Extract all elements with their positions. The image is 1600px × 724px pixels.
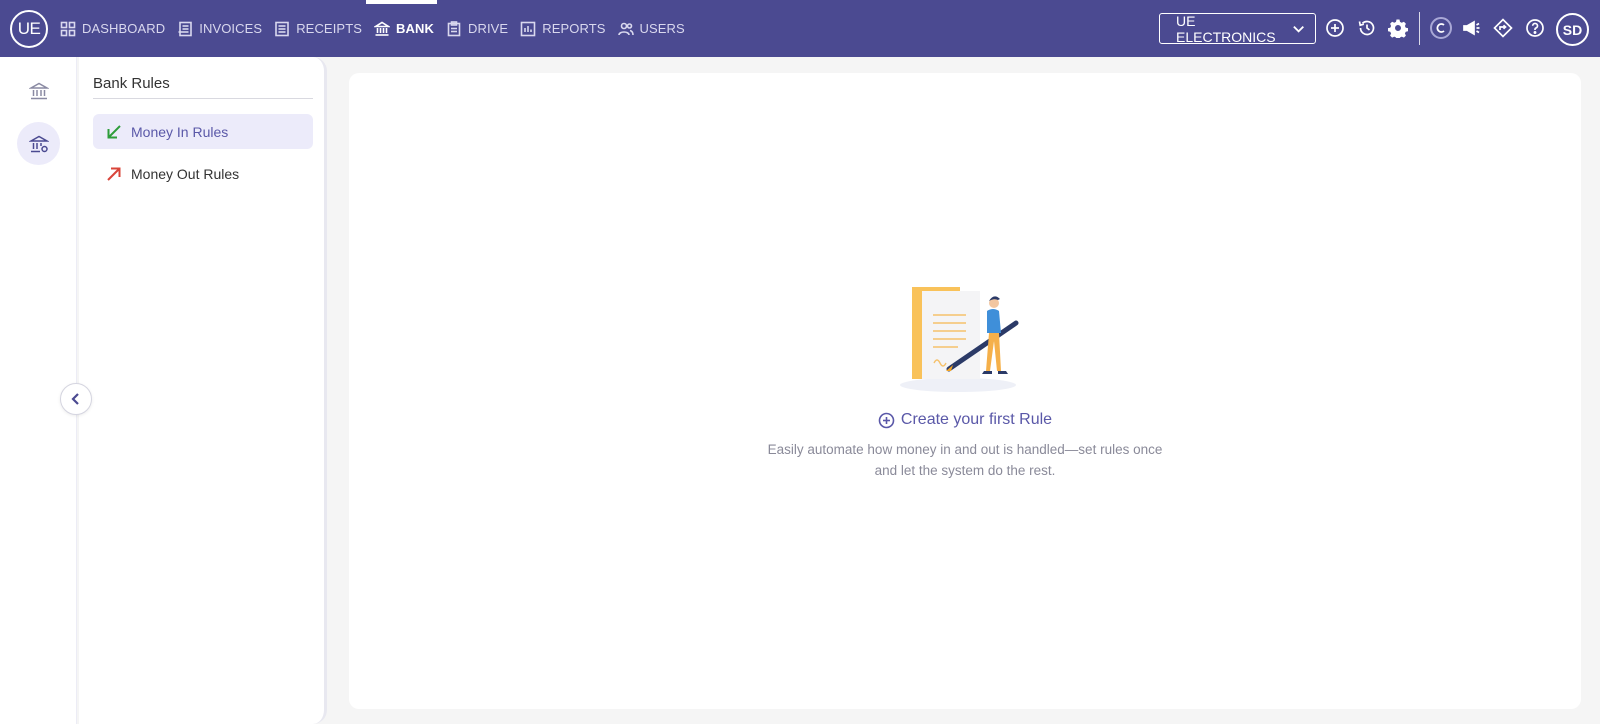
add-circle-icon (878, 412, 895, 428)
money-in-rules-label: Money In Rules (131, 123, 229, 140)
signing-document-illustration (900, 287, 1019, 392)
nav-receipts-label: RECEIPTS (296, 21, 363, 36)
nav-dashboard-label: DASHBOARD (82, 21, 166, 36)
panel-title: Bank Rules (93, 75, 170, 92)
nav-users-label: USERS (639, 21, 685, 36)
nav-invoices-label: INVOICES (199, 21, 263, 36)
grid-icon (60, 21, 76, 36)
main-content: Create your first Rule Easily automate h… (349, 73, 1581, 709)
company-selector[interactable]: UE ELECTRONICS (1159, 12, 1316, 45)
chevron-left-icon (71, 393, 79, 405)
diamond-arrow-icon[interactable] (1492, 17, 1514, 39)
company-name: UE ELECTRONICS (1176, 12, 1276, 45)
settings-gear-icon[interactable] (1387, 17, 1409, 39)
clipboard-icon (447, 20, 461, 36)
create-first-rule-button[interactable]: Create your first Rule (349, 411, 1581, 429)
receipt-icon (275, 21, 289, 36)
money-in-rules-item[interactable]: Money In Rules (93, 114, 313, 149)
collapse-panel-button[interactable] (60, 383, 92, 415)
bank-rules-panel: Bank Rules Money In Rules Money Out Rule… (79, 57, 327, 724)
main-nav: DASHBOARD INVOICES RECEIPTS BANK DRIVE R… (60, 0, 697, 57)
nav-drive[interactable]: DRIVE (446, 0, 508, 57)
history-icon[interactable] (1356, 17, 1378, 39)
bank-icon (374, 21, 391, 36)
company-logo[interactable]: UE (10, 10, 48, 48)
nav-drive-label: DRIVE (467, 21, 509, 36)
nav-dashboard[interactable]: DASHBOARD (60, 0, 165, 57)
money-out-rules-label: Money Out Rules (131, 165, 240, 182)
c-badge-icon[interactable] (1429, 16, 1453, 40)
users-icon (617, 22, 634, 35)
help-icon[interactable] (1524, 17, 1546, 39)
arrow-down-left-icon (107, 124, 121, 138)
empty-state-description: Easily automate how money in and out is … (767, 442, 1163, 478)
nav-bank[interactable]: BANK (366, 0, 437, 57)
create-first-rule-label: Create your first Rule (900, 411, 1053, 428)
invoice-icon (178, 21, 193, 36)
rail-bank-accounts[interactable] (17, 69, 60, 112)
bank-icon (28, 82, 49, 99)
nav-invoices[interactable]: INVOICES (177, 0, 262, 57)
nav-users[interactable]: USERS (617, 0, 685, 57)
nav-receipts[interactable]: RECEIPTS (274, 0, 362, 57)
add-circle-icon[interactable] (1324, 17, 1346, 39)
rail-bank-rules[interactable] (17, 122, 60, 165)
arrow-up-right-icon (107, 167, 121, 181)
money-out-rules-item[interactable]: Money Out Rules (93, 156, 313, 191)
user-avatar[interactable]: SD (1556, 13, 1589, 46)
chevron-down-icon (1293, 25, 1304, 33)
nav-bank-label: BANK (396, 21, 434, 36)
panel-divider (93, 98, 313, 99)
nav-reports-label: REPORTS (542, 21, 606, 36)
top-navigation-bar: UE DASHBOARD INVOICES RECEIPTS BANK DRIV… (0, 0, 1600, 57)
megaphone-icon[interactable] (1461, 17, 1483, 39)
bar-chart-icon (520, 21, 536, 36)
bank-settings-icon (28, 135, 49, 152)
nav-reports[interactable]: REPORTS (520, 0, 605, 57)
toolbar-divider (1419, 12, 1420, 45)
